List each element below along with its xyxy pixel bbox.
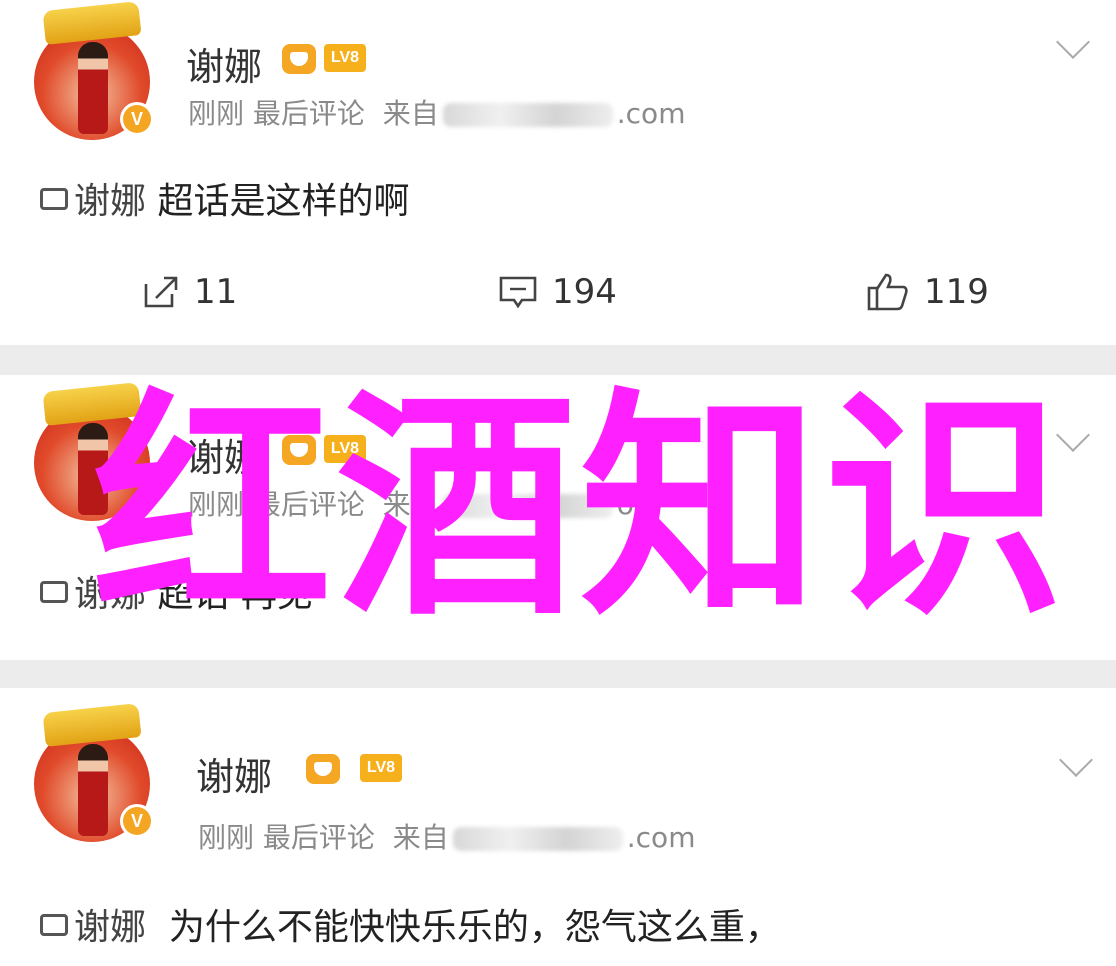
chevron-down-icon[interactable] — [1059, 743, 1093, 777]
thumbs-up-icon — [867, 273, 908, 311]
post-separator — [0, 660, 1116, 688]
supertopic-icon — [40, 914, 68, 936]
user-name[interactable]: 谢娜 — [186, 36, 262, 91]
post-meta: 刚刚 最后评论 来自 .com — [188, 92, 685, 132]
post-time: 刚刚 — [198, 821, 255, 854]
post-card[interactable]: V 谢娜 LV8 刚刚 最后评论 来自 .com 谢娜 为什么不能快快乐乐的，怨气… — [0, 688, 1116, 966]
repost-count: 11 — [194, 272, 238, 312]
overlay-caption: 红酒知识 — [92, 368, 1069, 648]
chevron-down-icon[interactable] — [1056, 25, 1090, 59]
supertopic-icon — [40, 188, 68, 210]
post-source-suffix: .com — [616, 97, 686, 130]
post-card[interactable]: V 谢娜 LV8 刚刚 最后评论 来自 .com 谢娜 超话是这样的啊 11 1… — [0, 0, 1116, 345]
blurred-source — [442, 103, 613, 127]
post-content: 谢娜 为什么不能快快乐乐的，怨气这么重， — [40, 898, 781, 950]
level-badge: LV8 — [324, 44, 366, 72]
post-meta: 刚刚 最后评论 来自 .com — [198, 816, 695, 856]
comment-count: 194 — [552, 272, 617, 312]
post-text: 超话是这样的啊 — [157, 181, 410, 222]
supertopic-name: 谢娜 — [74, 907, 147, 948]
post-content: 谢娜 超话是这样的啊 — [40, 172, 409, 224]
post-source-suffix: .com — [626, 821, 696, 854]
supertopic-link[interactable]: 谢娜 — [40, 181, 146, 222]
like-button[interactable]: 119 — [866, 272, 989, 312]
screenshot: V 谢娜 LV8 刚刚 最后评论 来自 .com 谢娜 超话是这样的啊 11 1… — [0, 0, 1116, 966]
avatar-figure — [78, 42, 108, 134]
level-badge: LV8 — [360, 754, 402, 782]
post-source-prefix: 来自 — [392, 821, 449, 854]
comment-button[interactable]: 194 — [498, 272, 617, 312]
post-source-prefix: 来自 — [382, 97, 439, 130]
supertopic-icon — [40, 581, 68, 603]
post-time: 刚刚 — [188, 97, 245, 130]
post-activity: 最后评论 — [262, 821, 375, 854]
avatar[interactable]: V — [34, 703, 154, 842]
like-count: 119 — [924, 272, 989, 312]
verified-icon: V — [120, 102, 154, 136]
avatar[interactable]: V — [34, 1, 154, 140]
avatar-frame-decoration — [42, 703, 142, 747]
repost-icon — [144, 276, 178, 308]
post-text: 为什么不能快快乐乐的，怨气这么重， — [168, 907, 781, 948]
avatar-frame-decoration — [42, 1, 142, 45]
supertopic-link[interactable]: 谢娜 — [40, 907, 146, 948]
blurred-source — [452, 827, 623, 851]
verified-icon: V — [120, 804, 154, 838]
repost-button[interactable]: 11 — [142, 272, 237, 312]
post-activity: 最后评论 — [252, 97, 365, 130]
user-name[interactable]: 谢娜 — [196, 746, 272, 801]
crown-badge-icon — [306, 754, 340, 784]
crown-badge-icon — [282, 44, 316, 74]
supertopic-name: 谢娜 — [74, 181, 147, 222]
avatar-figure — [78, 744, 108, 836]
comment-icon — [499, 276, 537, 309]
